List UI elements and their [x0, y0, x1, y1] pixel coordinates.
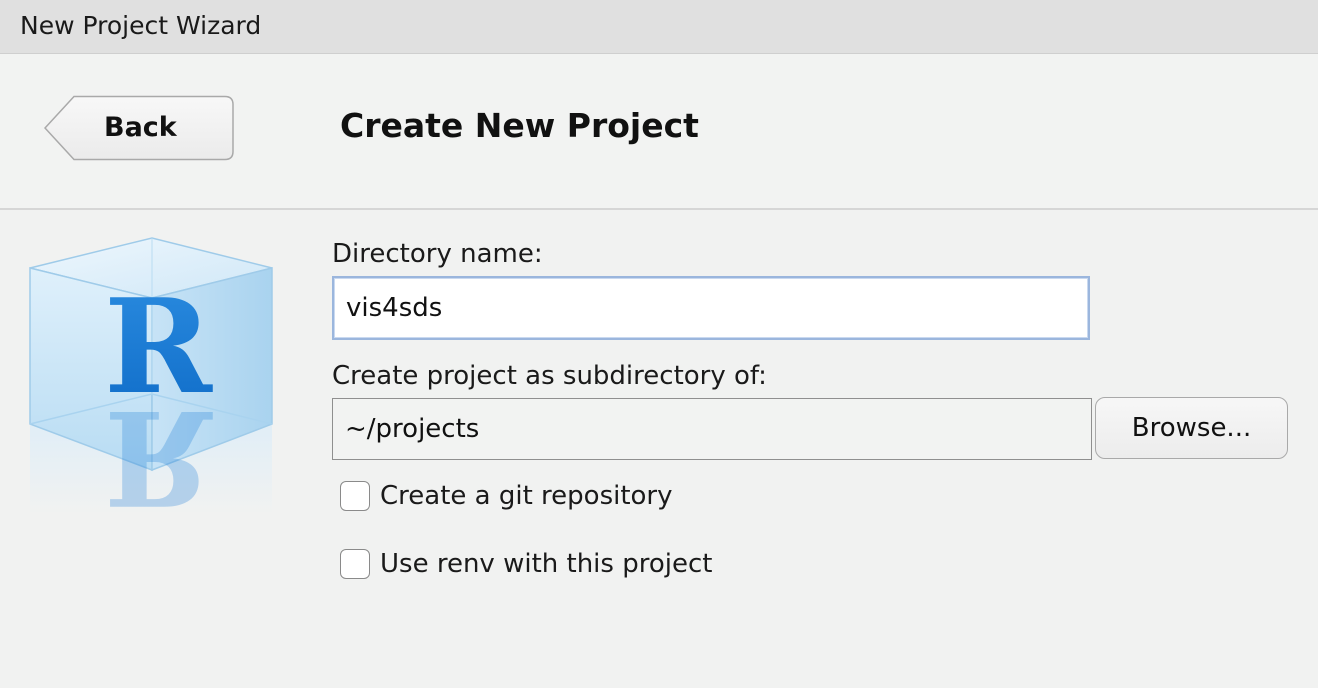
- parent-directory-field[interactable]: ~/projects: [332, 398, 1092, 460]
- back-button[interactable]: Back: [44, 95, 234, 161]
- browse-button[interactable]: Browse...: [1095, 397, 1288, 459]
- directory-name-input[interactable]: vis4sds: [332, 276, 1090, 340]
- git-repository-checkbox[interactable]: [340, 481, 370, 511]
- new-project-wizard-window: New Project Wizard Back Create New Proje…: [0, 0, 1318, 688]
- title-bar: New Project Wizard: [0, 0, 1318, 54]
- page-title: Create New Project: [340, 106, 699, 145]
- renv-checkbox-label: Use renv with this project: [380, 549, 713, 579]
- svg-text:R: R: [104, 381, 213, 514]
- window-title: New Project Wizard: [20, 11, 262, 40]
- git-repository-checkbox-label: Create a git repository: [380, 481, 673, 511]
- wizard-header: Back Create New Project: [0, 54, 1318, 210]
- r-cube-logo-icon: R R: [26, 234, 276, 534]
- renv-checkbox[interactable]: [340, 549, 370, 579]
- directory-name-label: Directory name:: [332, 239, 543, 269]
- back-button-label: Back: [104, 112, 177, 143]
- parent-directory-label: Create project as subdirectory of:: [332, 361, 767, 391]
